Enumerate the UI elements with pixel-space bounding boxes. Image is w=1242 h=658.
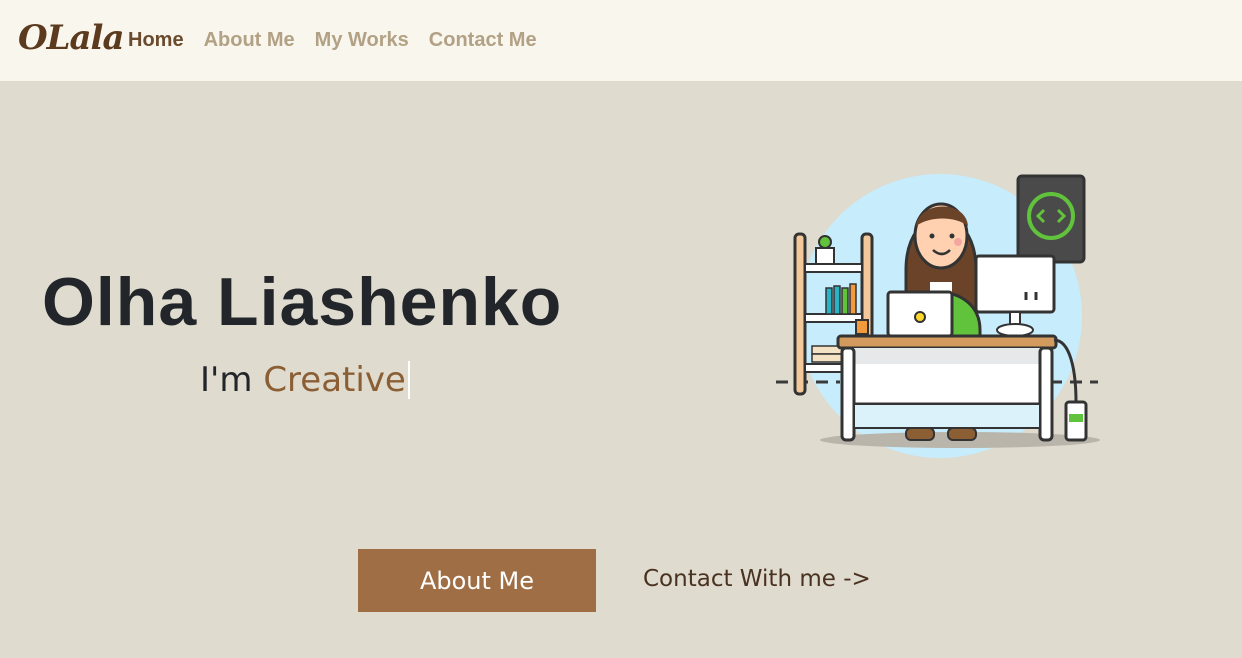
navbar: OLala Home About Me My Works Contact Me [0,0,1242,81]
hero-subtitle: I'm Creative [200,358,410,402]
about-me-button[interactable]: About Me [358,549,596,612]
nav-item-my-works[interactable]: My Works [315,28,409,52]
contact-link[interactable]: Contact With me -> [643,562,871,596]
nav-item-contact-me[interactable]: Contact Me [429,28,537,52]
woman-at-desk-illustration [770,170,1110,470]
nav-menu: Home About Me My Works Contact Me [128,28,537,52]
typed-word: Creative [263,360,406,400]
nav-item-about-me[interactable]: About Me [204,28,295,52]
typing-caret [407,361,410,399]
logo[interactable]: OLala [18,18,124,58]
hero-name: Olha Liashenko [42,264,563,340]
subtitle-prefix: I'm [200,360,253,400]
nav-item-home[interactable]: Home [128,28,184,52]
